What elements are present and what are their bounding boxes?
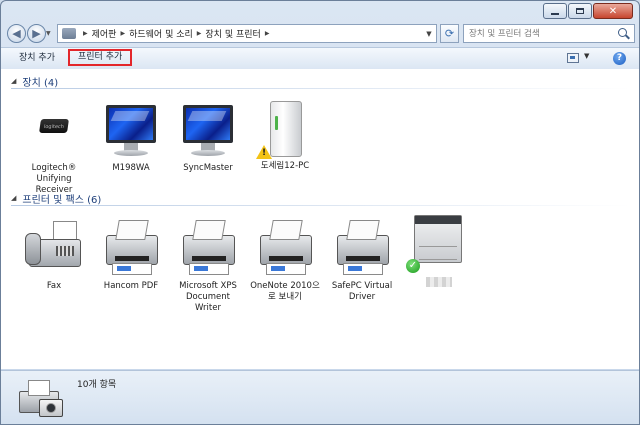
printer-icon xyxy=(100,221,162,279)
laser-printer-icon: ✓ xyxy=(406,215,470,273)
search-input[interactable] xyxy=(464,27,617,40)
printer-item-safepc[interactable]: SafePC Virtual Driver xyxy=(327,221,397,303)
add-device-button[interactable]: 장치 추가 xyxy=(19,51,55,65)
search-box xyxy=(463,24,635,43)
breadcrumb: ▶ 제어판 ▶ 하드웨어 및 소리 ▶ 장치 및 프린터 ▶ xyxy=(79,27,273,40)
default-check-icon: ✓ xyxy=(406,259,420,273)
collapse-triangle-icon[interactable]: ◢ xyxy=(11,77,16,85)
group-divider xyxy=(11,88,631,89)
close-button[interactable] xyxy=(593,3,633,19)
printer-label: Fax xyxy=(46,281,62,291)
group-devices-title: 장치 (4) xyxy=(22,77,59,89)
caption-buttons xyxy=(542,3,633,19)
usb-receiver-icon xyxy=(23,103,85,161)
device-label: SyncMaster xyxy=(183,163,233,173)
device-item-pc[interactable]: 도세림12-PC xyxy=(250,101,320,172)
command-bar: 장치 추가 프린터 추가 ▼ ? xyxy=(1,47,639,70)
printer-item-onenote[interactable]: OneNote 2010으로 보내기 xyxy=(250,221,320,303)
breadcrumb-control-panel[interactable]: 제어판 xyxy=(92,27,117,40)
printer-item-xps[interactable]: Microsoft XPS Document Writer xyxy=(173,221,243,314)
back-button[interactable]: ◀ xyxy=(7,24,26,43)
printer-icon xyxy=(331,221,393,279)
history-dropdown-icon[interactable]: ▼ xyxy=(46,30,51,37)
devices-printers-icon xyxy=(19,380,63,417)
address-dropdown-icon[interactable]: ▼ xyxy=(422,25,436,42)
devices-and-printers-window: ◀ ▶ ▼ ▶ 제어판 ▶ 하드웨어 및 소리 ▶ 장치 및 프린터 ▶ ▼ ⟳… xyxy=(0,0,640,425)
group-devices-header[interactable]: ◢ 장치 (4) xyxy=(11,74,631,89)
printer-label-redacted xyxy=(426,277,452,287)
address-bar[interactable]: ▶ 제어판 ▶ 하드웨어 및 소리 ▶ 장치 및 프린터 ▶ ▼ xyxy=(57,24,437,43)
printer-item-hancom[interactable]: Hancom PDF xyxy=(96,221,166,292)
printer-icon xyxy=(177,221,239,279)
minimize-button[interactable] xyxy=(543,3,567,19)
device-label: M198WA xyxy=(112,163,150,173)
breadcrumb-devices-printers[interactable]: 장치 및 프린터 xyxy=(205,27,260,40)
monitor-icon xyxy=(100,103,162,161)
control-panel-icon xyxy=(62,28,76,39)
group-divider xyxy=(11,205,631,206)
refresh-button[interactable]: ⟳ xyxy=(440,24,459,43)
collapse-triangle-icon[interactable]: ◢ xyxy=(11,194,16,202)
chevron-right-icon[interactable]: ▶ xyxy=(120,30,125,37)
device-label: 도세림12-PC xyxy=(260,161,310,171)
printer-label: Microsoft XPS Document Writer xyxy=(179,281,237,313)
maximize-button[interactable] xyxy=(568,3,592,19)
printer-item-fax[interactable]: Fax xyxy=(19,221,89,292)
help-icon[interactable]: ? xyxy=(613,52,626,65)
chevron-right-icon[interactable]: ▶ xyxy=(265,30,270,37)
change-view-icon[interactable] xyxy=(567,53,579,63)
items-view: ◢ 장치 (4) Logitech® Unifying Receiver M19… xyxy=(1,69,639,369)
printer-icon xyxy=(254,221,316,279)
details-pane: 10개 항목 xyxy=(1,370,639,424)
printer-label: SafePC Virtual Driver xyxy=(331,281,393,302)
navigation-bar: ◀ ▶ ▼ ▶ 제어판 ▶ 하드웨어 및 소리 ▶ 장치 및 프린터 ▶ ▼ ⟳ xyxy=(1,23,639,45)
printer-label: Hancom PDF xyxy=(103,281,159,291)
chevron-right-icon[interactable]: ▶ xyxy=(197,30,202,37)
breadcrumb-hardware-sound[interactable]: 하드웨어 및 소리 xyxy=(129,27,193,40)
device-item-m198wa[interactable]: M198WA xyxy=(96,103,166,174)
fax-icon xyxy=(23,221,85,279)
add-printer-button[interactable]: 프린터 추가 xyxy=(68,49,133,66)
forward-button[interactable]: ▶ xyxy=(27,24,46,43)
computer-icon xyxy=(254,101,316,159)
device-item-syncmaster[interactable]: SyncMaster xyxy=(173,103,243,174)
view-dropdown-icon[interactable]: ▼ xyxy=(584,52,589,60)
warning-icon xyxy=(256,145,272,159)
printer-item-default[interactable]: ✓ xyxy=(404,215,474,291)
printer-label: OneNote 2010으로 보내기 xyxy=(250,281,320,302)
device-item-logitech[interactable]: Logitech® Unifying Receiver xyxy=(19,103,89,196)
chevron-right-icon[interactable]: ▶ xyxy=(83,30,88,37)
item-count: 10개 항목 xyxy=(77,380,117,390)
search-icon[interactable] xyxy=(617,27,631,41)
monitor-icon xyxy=(177,103,239,161)
group-printers-title: 프린터 및 팩스 (6) xyxy=(22,194,102,206)
group-printers-header[interactable]: ◢ 프린터 및 팩스 (6) xyxy=(11,191,631,206)
